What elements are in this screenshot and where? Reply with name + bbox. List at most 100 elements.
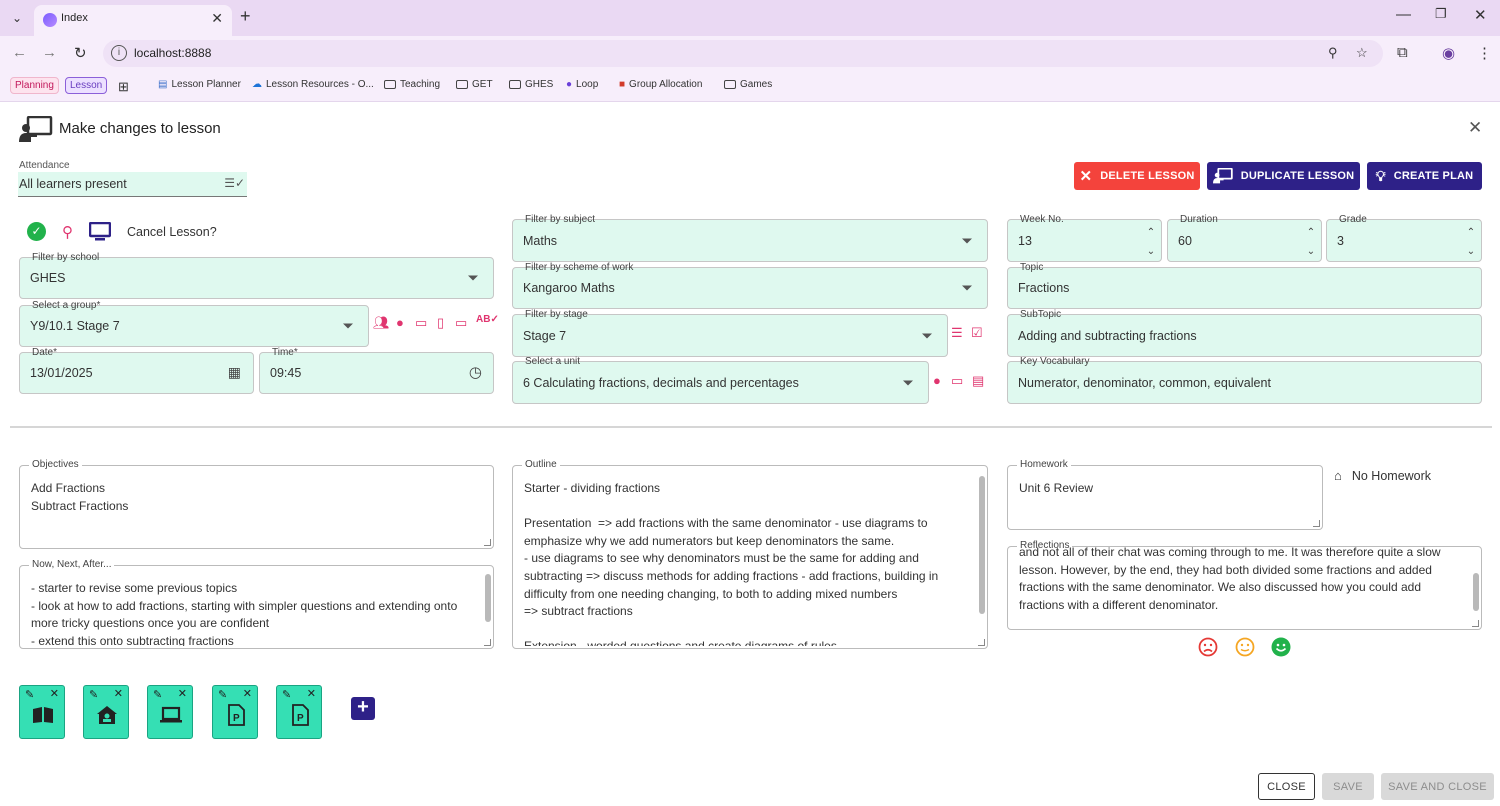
back-icon[interactable]: ← — [12, 44, 27, 61]
apps-grid-icon[interactable]: ⊞ — [118, 79, 129, 95]
person-icon[interactable]: ● — [396, 315, 404, 330]
bookmark-lesson-planner[interactable]: ▤ Lesson Planner — [158, 79, 241, 90]
resize-handle-icon[interactable] — [978, 639, 985, 646]
attendance-field[interactable]: All learners present ☰✓ — [18, 172, 247, 197]
url-text[interactable]: localhost:8888 — [134, 46, 211, 60]
now-next-after-textarea[interactable]: Now, Next, After... - starter to revise … — [19, 559, 494, 649]
school-select[interactable]: Filter by school GHES — [19, 252, 494, 299]
document-icon[interactable]: ▯ — [437, 315, 444, 331]
edit-pencil-icon[interactable]: ✎ — [282, 688, 291, 701]
scrollbar[interactable] — [485, 574, 491, 622]
remove-icon[interactable]: ✕ — [114, 687, 123, 700]
zoom-icon[interactable]: ⚲ — [1328, 45, 1338, 61]
dropdown-arrow-icon[interactable] — [903, 380, 913, 385]
number-stepper-icon[interactable]: ⌃ ⌄ — [1465, 223, 1477, 261]
sad-face-icon[interactable] — [1198, 637, 1218, 657]
edit-pencil-icon[interactable]: ✎ — [89, 688, 98, 701]
remove-icon[interactable]: ✕ — [50, 687, 59, 700]
forward-icon[interactable]: → — [42, 44, 57, 61]
minimize-icon[interactable]: — — [1396, 6, 1411, 23]
subtopic-field[interactable]: SubTopic Adding and subtracting fraction… — [1007, 309, 1482, 357]
search-pink-icon[interactable]: ⚲ — [62, 223, 73, 241]
resource-card[interactable]: ✎ ✕ — [83, 685, 129, 739]
bookmark-star-icon[interactable]: ☆ — [1356, 45, 1368, 61]
bookmark-get[interactable]: GET — [456, 79, 493, 90]
resize-handle-icon[interactable] — [484, 539, 491, 546]
homework-text[interactable]: Unit 6 Review — [1019, 480, 1306, 498]
outline-text[interactable]: Starter - dividing fractions Presentatio… — [524, 480, 971, 646]
dropdown-arrow-icon[interactable] — [468, 275, 478, 281]
scrollbar[interactable] — [1473, 573, 1479, 611]
grade-field[interactable]: Grade 3 ⌃ ⌄ — [1326, 214, 1482, 262]
bookmark-group-allocation[interactable]: ■ Group Allocation — [619, 79, 702, 90]
week-number-field[interactable]: Week No. 13 ⌃ ⌄ — [1007, 214, 1162, 262]
tab-close-icon[interactable]: ✕ — [211, 10, 223, 27]
save-and-close-button[interactable]: SAVE AND CLOSE — [1381, 773, 1494, 800]
monitor-icon[interactable]: ▭ — [455, 315, 467, 331]
window-close-icon[interactable]: ✕ — [1474, 6, 1487, 24]
checklist-icon[interactable]: ☑ — [971, 325, 983, 341]
number-stepper-icon[interactable]: ⌃ ⌄ — [1145, 223, 1157, 261]
resize-handle-icon[interactable] — [1472, 620, 1479, 627]
group-select[interactable]: Select a group* Y9/10.1 Stage 7 — [19, 300, 369, 347]
restore-icon[interactable]: ❐ — [1435, 6, 1447, 22]
dropdown-arrow-icon[interactable] — [962, 285, 972, 291]
edit-pencil-icon[interactable]: ✎ — [25, 688, 34, 701]
resource-card[interactable]: ✎ ✕ — [147, 685, 193, 739]
lightbulb-icon[interactable]: ● — [933, 373, 941, 388]
neutral-face-icon[interactable] — [1235, 637, 1255, 657]
no-homework-toggle[interactable]: ⌂ No Homework — [1334, 468, 1431, 483]
resource-card[interactable]: ✎ ✕ P — [276, 685, 322, 739]
close-button[interactable]: CLOSE — [1258, 773, 1315, 800]
unit-select[interactable]: Select a unit 6 Calculating fractions, d… — [512, 356, 929, 404]
group-people-icon[interactable]: 👥︎ — [373, 315, 390, 331]
bookmark-ghes[interactable]: GHES — [509, 79, 553, 90]
calendar-icon[interactable]: ▦ — [228, 364, 241, 381]
new-tab-icon[interactable]: + — [240, 6, 251, 27]
browser-tab[interactable]: Index ✕ — [34, 5, 232, 36]
menu-icon[interactable]: ⋮ — [1477, 44, 1492, 62]
tab-search-chevron-icon[interactable]: ⌄ — [6, 7, 28, 29]
key-vocabulary-field[interactable]: Key Vocabulary Numerator, denominator, c… — [1007, 356, 1482, 404]
check-circle-icon[interactable]: ✓ — [27, 222, 46, 241]
presentation-icon[interactable]: ▭ — [951, 373, 963, 389]
bookmark-games[interactable]: Games — [724, 79, 772, 90]
create-plan-button[interactable]: 💡︎ CREATE PLAN — [1367, 162, 1482, 190]
bookmark-planning[interactable]: Planning — [10, 77, 59, 94]
spellcheck-icon[interactable]: AB✓ — [476, 314, 499, 325]
number-stepper-icon[interactable]: ⌃ ⌄ — [1305, 223, 1317, 261]
checklist-icon[interactable]: ☰✓ — [224, 176, 245, 190]
reflections-text[interactable]: and not all of their chat was coming thr… — [1019, 544, 1465, 628]
resource-card[interactable]: ✎ ✕ P — [212, 685, 258, 739]
bookmark-loop[interactable]: ● Loop — [566, 79, 598, 90]
extensions-icon[interactable]: ⧉ — [1397, 44, 1408, 61]
bookmark-lesson-resources[interactable]: ☁ Lesson Resources - O... — [252, 79, 374, 90]
remove-icon[interactable]: ✕ — [243, 687, 252, 700]
clock-icon[interactable]: ◷ — [469, 363, 482, 381]
stage-select[interactable]: Filter by stage Stage 7 — [512, 309, 948, 357]
objectives-text[interactable]: Add Fractions Subtract Fractions — [31, 480, 477, 515]
homework-textarea[interactable]: Homework Unit 6 Review — [1007, 459, 1323, 530]
date-field[interactable]: Date* 13/01/2025 ▦ — [19, 347, 254, 394]
monitor-icon[interactable] — [89, 222, 111, 241]
remove-icon[interactable]: ✕ — [178, 687, 187, 700]
dropdown-arrow-icon[interactable] — [922, 333, 932, 338]
now-next-after-text[interactable]: - starter to revise some previous topics… — [31, 580, 477, 646]
subject-select[interactable]: Filter by subject Maths — [512, 214, 988, 262]
topic-field[interactable]: Topic Fractions — [1007, 262, 1482, 309]
book-icon[interactable]: ▤ — [972, 373, 984, 389]
resize-handle-icon[interactable] — [1313, 520, 1320, 527]
cancel-lesson-label[interactable]: Cancel Lesson? — [127, 225, 217, 239]
resource-card[interactable]: ✎ ✕ — [19, 685, 65, 739]
bookmark-teaching[interactable]: Teaching — [384, 79, 440, 90]
save-button[interactable]: SAVE — [1322, 773, 1374, 800]
outline-textarea[interactable]: Outline Starter - dividing fractions Pre… — [512, 459, 988, 649]
add-resource-button[interactable]: + — [351, 697, 375, 720]
scrollbar[interactable] — [979, 476, 985, 614]
dropdown-arrow-icon[interactable] — [962, 238, 972, 243]
duplicate-lesson-button[interactable]: DUPLICATE LESSON — [1207, 162, 1360, 190]
happy-face-icon[interactable] — [1271, 637, 1291, 657]
list-icon[interactable]: ☰ — [951, 325, 963, 341]
edit-pencil-icon[interactable]: ✎ — [153, 688, 162, 701]
dialog-close-icon[interactable]: ✕ — [1468, 118, 1482, 138]
